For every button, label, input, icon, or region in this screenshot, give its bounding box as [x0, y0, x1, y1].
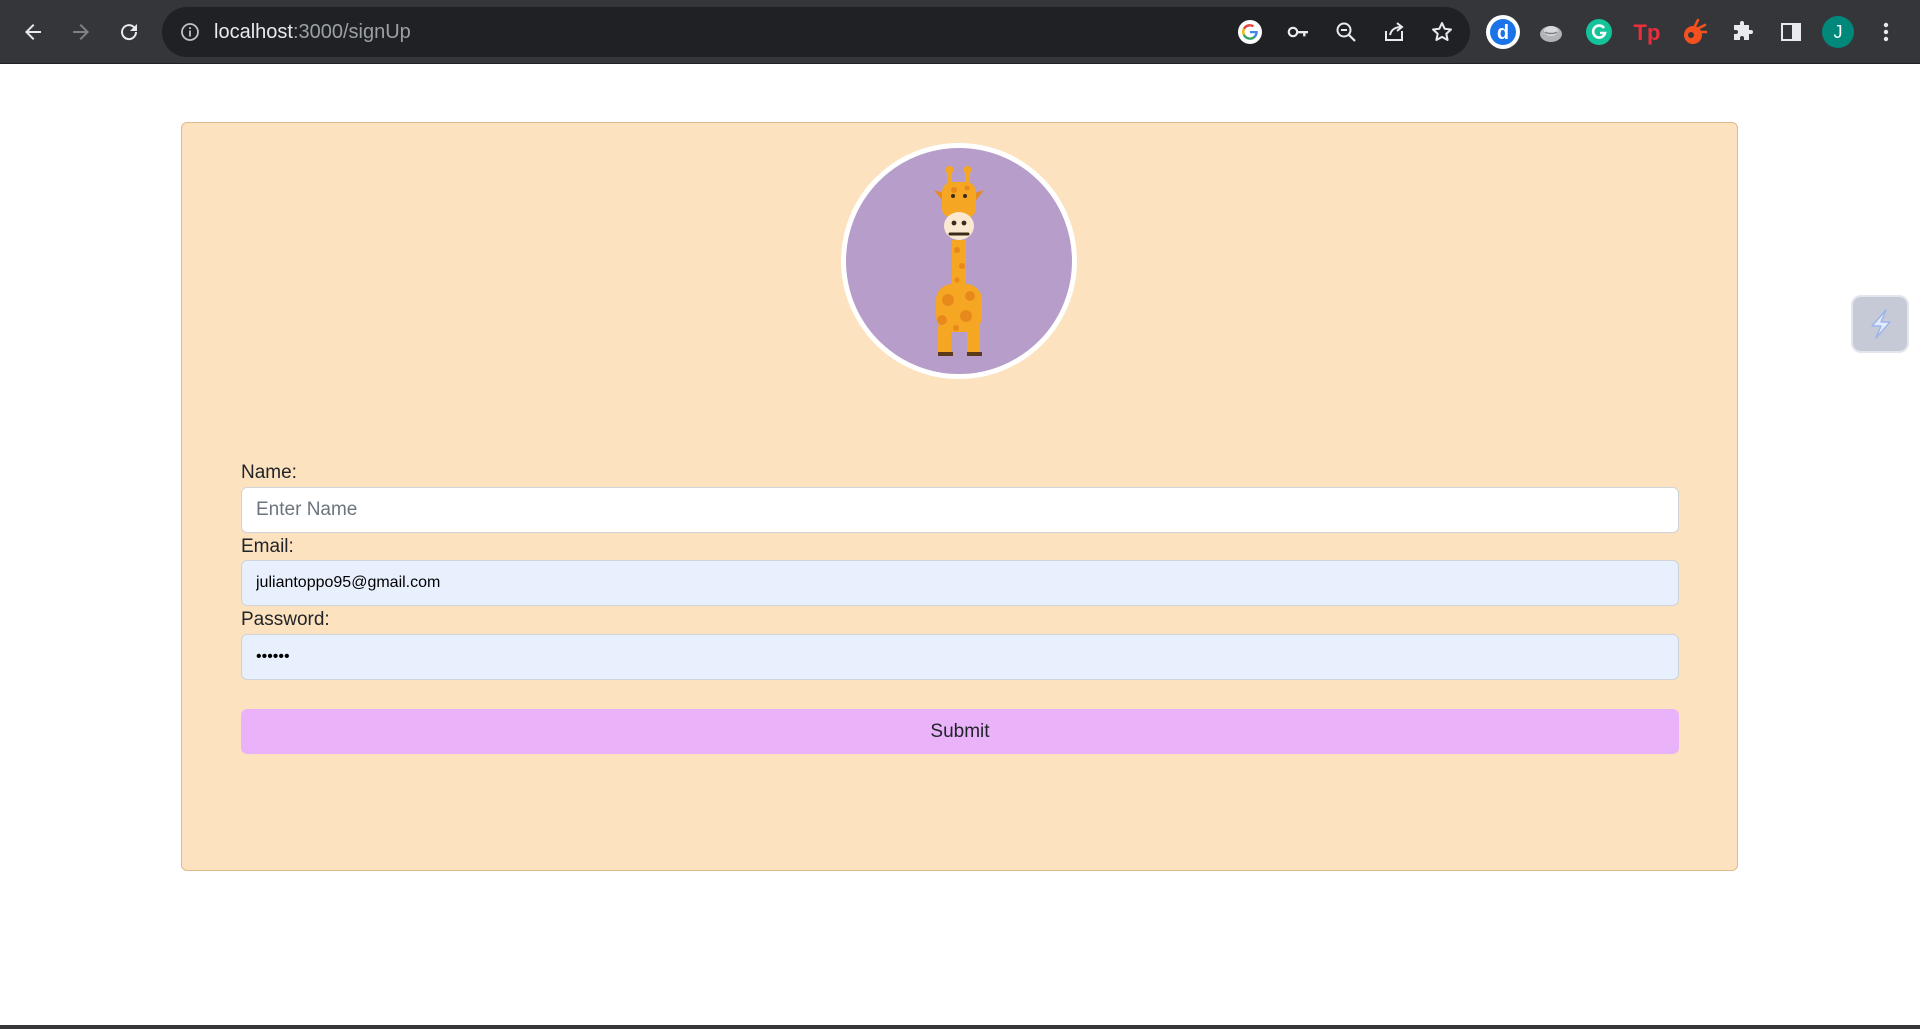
url-text[interactable]: localhost:3000/signUp — [214, 20, 411, 44]
profile-initial: J — [1833, 21, 1843, 42]
forward-button[interactable] — [61, 12, 101, 52]
forward-arrow-icon — [73, 24, 89, 40]
giraffe-illustration — [934, 166, 984, 356]
address-bar[interactable]: localhost:3000/signUp — [162, 7, 1470, 57]
submit-button[interactable]: Submit — [241, 709, 1679, 754]
dictionary-extension-icon[interactable]: d — [1485, 14, 1521, 50]
page-content: Name: Email: Password: Submit — [0, 64, 1920, 1029]
tp-extension-icon[interactable]: Tp — [1629, 14, 1665, 50]
cloud-extension-icon[interactable] — [1533, 14, 1569, 50]
svg-text:Tp: Tp — [1634, 20, 1661, 45]
email-input[interactable] — [241, 560, 1679, 606]
url-path: :3000/signUp — [292, 21, 411, 43]
signup-card: Name: Email: Password: Submit — [181, 122, 1738, 871]
grammarly-extension-icon[interactable] — [1581, 14, 1617, 50]
zoom-out-icon[interactable] — [1333, 19, 1359, 45]
giraffe-avatar — [841, 143, 1077, 379]
back-arrow-icon — [25, 24, 41, 40]
side-panel-icon[interactable] — [1773, 14, 1809, 50]
rocket-extension-icon[interactable] — [1677, 14, 1713, 50]
floating-extension-widget[interactable] — [1851, 295, 1909, 353]
password-label: Password: — [241, 609, 330, 630]
name-input[interactable] — [241, 487, 1679, 533]
lightning-icon — [1871, 309, 1891, 339]
google-lens-icon[interactable] — [1237, 19, 1263, 45]
back-button[interactable] — [13, 12, 53, 52]
share-icon[interactable] — [1381, 19, 1407, 45]
reload-button[interactable] — [109, 12, 149, 52]
star-icon[interactable] — [1429, 19, 1455, 45]
profile-avatar[interactable]: J — [1822, 16, 1854, 48]
bottom-edge-bar — [0, 1025, 1920, 1029]
name-label: Name: — [241, 462, 297, 483]
svg-text:d: d — [1497, 22, 1509, 44]
browser-toolbar: localhost:3000/signUp d Tp J — [0, 0, 1920, 64]
key-icon[interactable] — [1285, 19, 1311, 45]
reload-icon — [121, 24, 138, 41]
password-input[interactable] — [241, 634, 1679, 680]
url-host: localhost — [214, 21, 293, 43]
email-label: Email: — [241, 536, 294, 557]
info-icon[interactable] — [178, 20, 202, 44]
puzzle-extensions-icon[interactable] — [1725, 14, 1761, 50]
kebab-menu-icon[interactable] — [1868, 14, 1904, 50]
